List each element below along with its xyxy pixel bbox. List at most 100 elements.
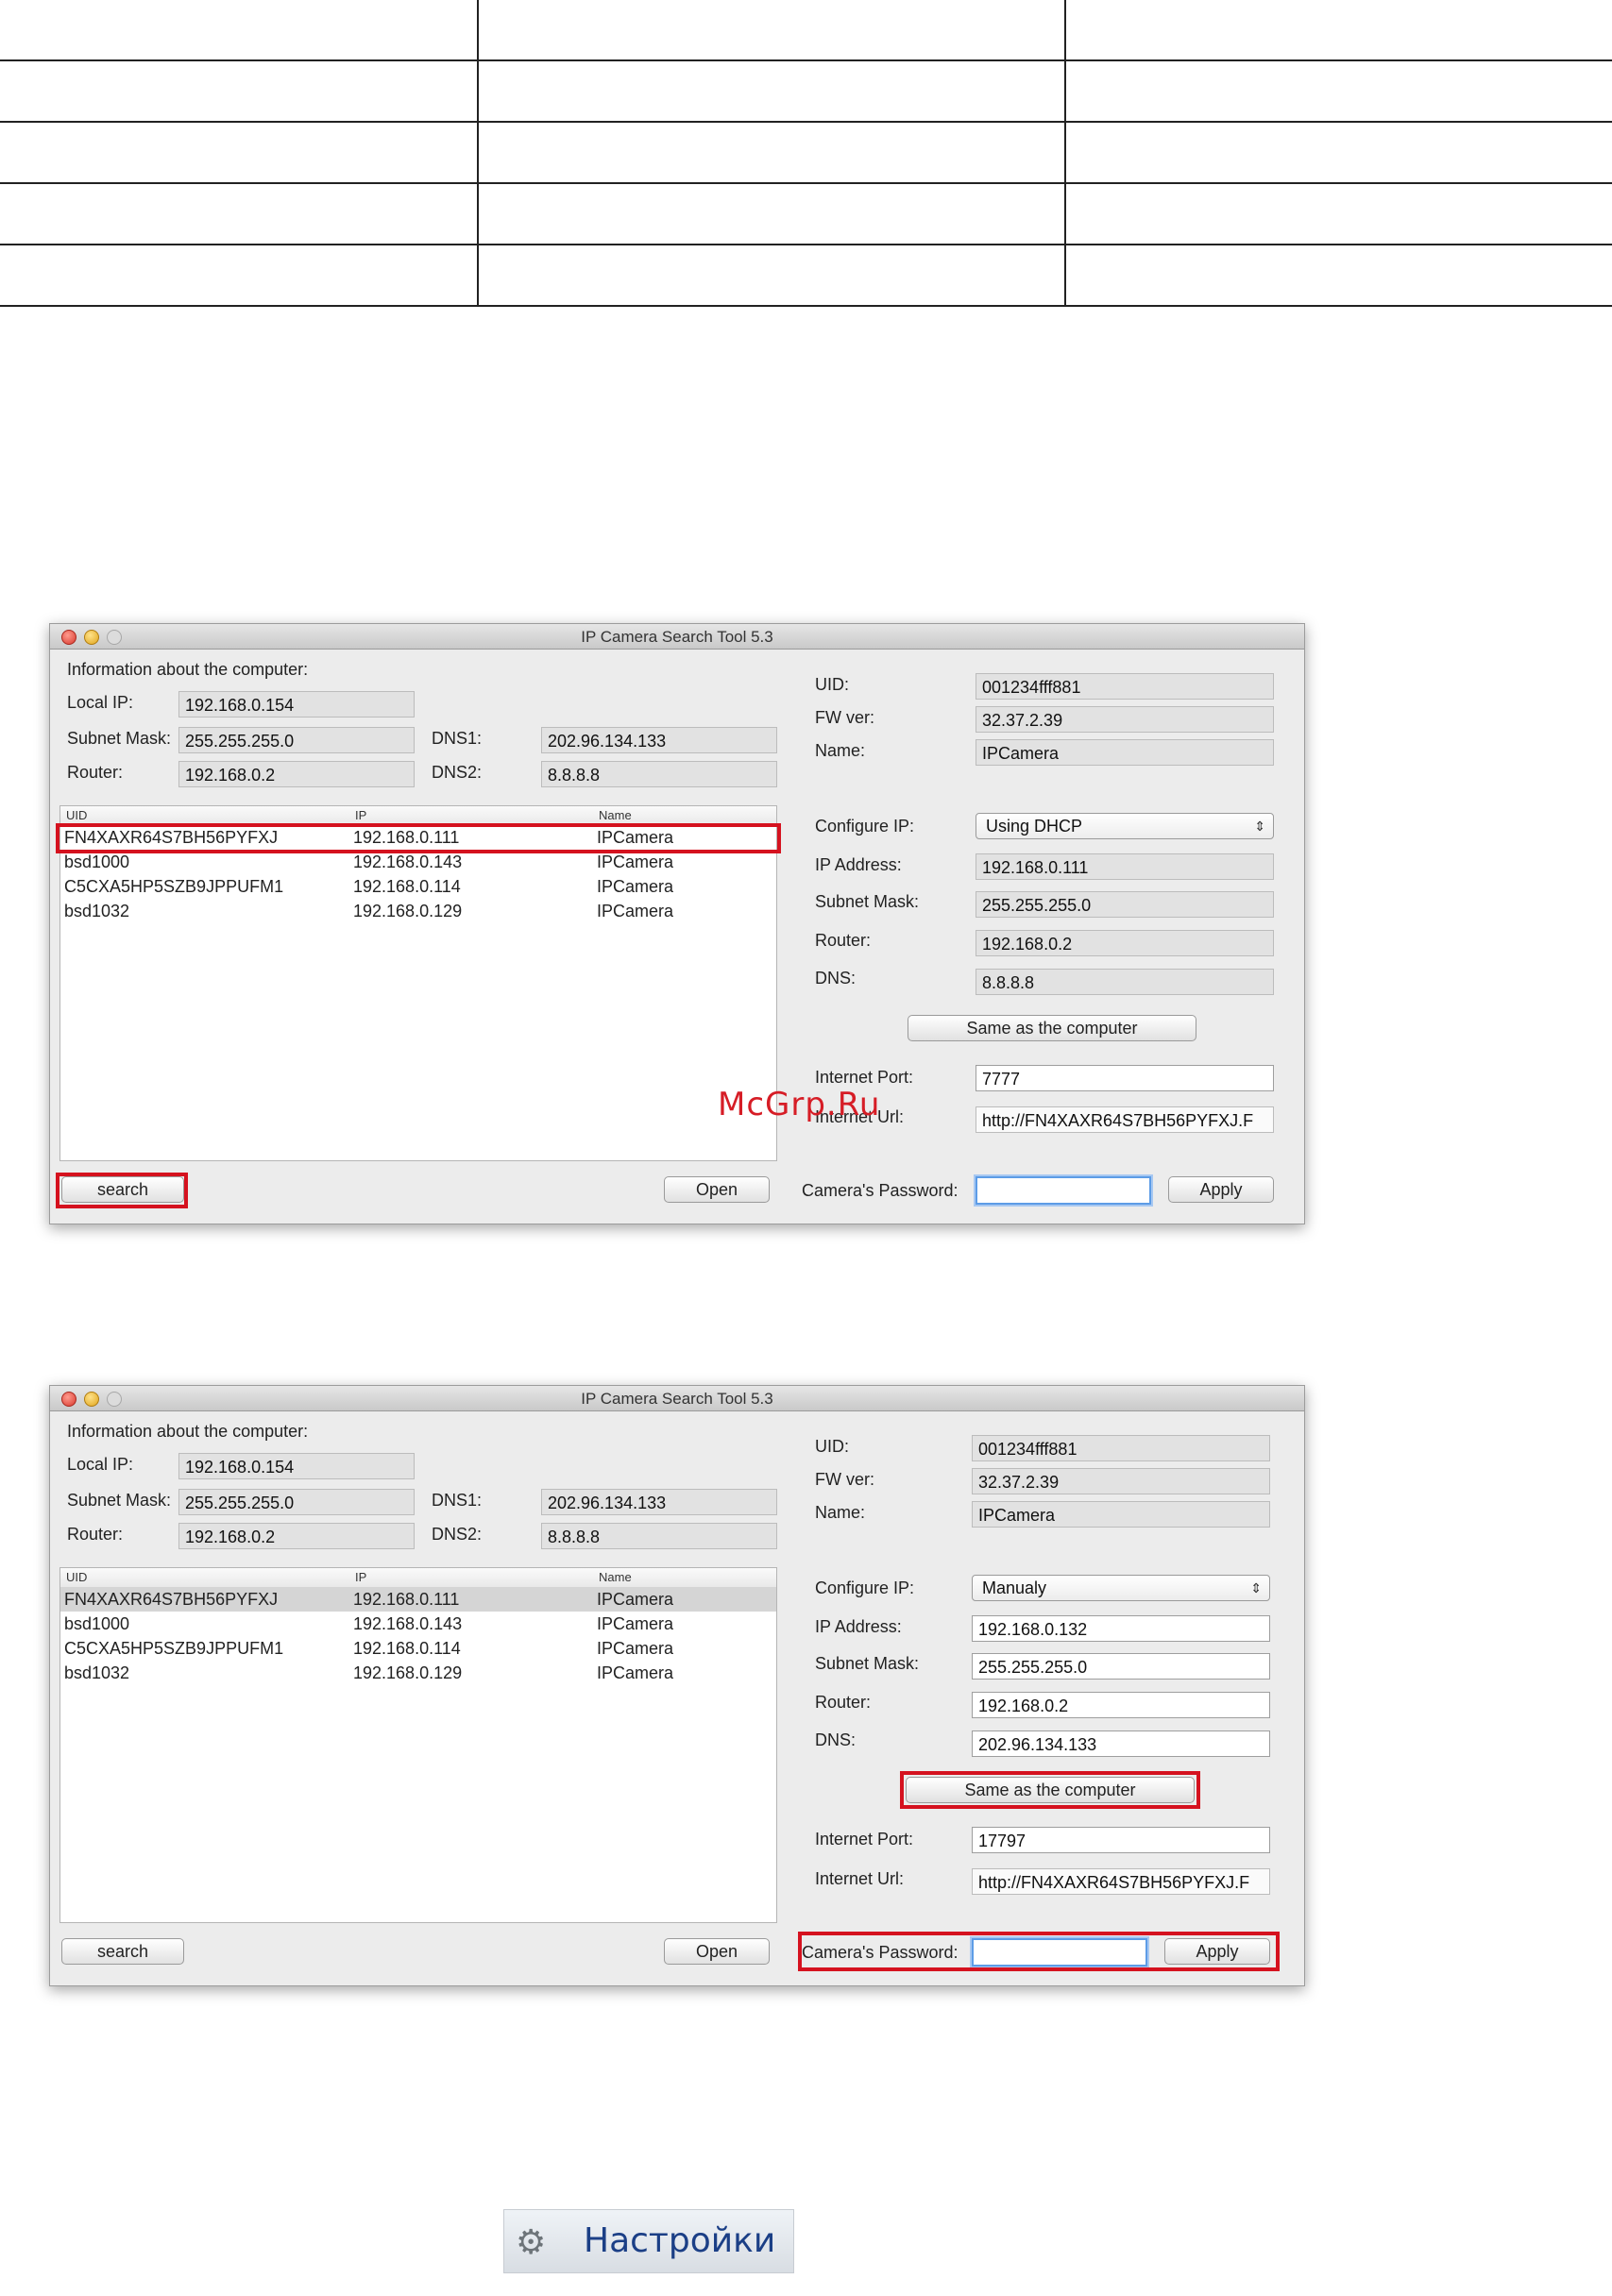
subnet-mask-right-field[interactable]: 255.255.255.0 — [972, 1653, 1270, 1680]
list-item[interactable]: bsd1032 192.168.0.129 IPCamera — [60, 899, 776, 923]
list-item[interactable]: bsd1000 192.168.0.143 IPCamera — [60, 1612, 776, 1636]
table-cell — [0, 183, 478, 245]
table-cell — [477, 0, 1065, 61]
internet-port-field[interactable]: 17797 — [972, 1827, 1270, 1853]
table-row — [0, 122, 1612, 184]
fw-ver-field: 32.37.2.39 — [972, 1468, 1270, 1494]
device-uid: bsd1032 — [64, 1663, 130, 1682]
device-ip: 192.168.0.129 — [353, 902, 463, 920]
name-field: IPCamera — [972, 1501, 1270, 1528]
table-cell — [477, 60, 1065, 123]
subnet-mask-field: 255.255.255.0 — [178, 1489, 415, 1515]
device-uid: bsd1000 — [64, 853, 130, 871]
device-uid: C5CXA5HP5SZB9JPPUFM1 — [64, 877, 284, 896]
device-uid: bsd1032 — [64, 902, 130, 920]
same-as-computer-button[interactable]: Same as the computer — [908, 1015, 1196, 1041]
title-bar: IP Camera Search Tool 5.3 — [50, 1386, 1304, 1411]
uid-field: 001234fff881 — [976, 673, 1274, 700]
search-button[interactable]: search — [61, 1176, 184, 1203]
search-button[interactable]: search — [61, 1938, 184, 1965]
column-name[interactable]: Name — [599, 1570, 632, 1584]
same-as-computer-button[interactable]: Same as the computer — [906, 1777, 1195, 1803]
table-cell — [1064, 60, 1612, 123]
camera-password-field[interactable] — [976, 1176, 1151, 1205]
dns-field: 8.8.8.8 — [976, 969, 1274, 995]
apply-button[interactable]: Apply — [1168, 1176, 1274, 1203]
open-button[interactable]: Open — [664, 1938, 770, 1965]
watermark: McGrp.Ru — [718, 1086, 881, 1123]
internet-port-field[interactable]: 7777 — [976, 1065, 1274, 1091]
dns1-field: 202.96.134.133 — [541, 1489, 777, 1515]
table-cell — [0, 60, 478, 123]
settings-button[interactable]: ⚙ Настройки — [503, 2209, 794, 2273]
fw-ver-field: 32.37.2.39 — [976, 706, 1274, 733]
configure-ip-label: Configure IP: — [815, 1578, 915, 1597]
column-uid[interactable]: UID — [66, 1570, 87, 1584]
list-item[interactable]: C5CXA5HP5SZB9JPPUFM1 192.168.0.114 IPCam… — [60, 1636, 776, 1661]
device-ip: 192.168.0.143 — [353, 853, 463, 871]
list-header: UID IP Name — [60, 1568, 776, 1588]
device-name: IPCamera — [597, 1590, 674, 1609]
configure-ip-label: Configure IP: — [815, 817, 915, 836]
device-ip: 192.168.0.129 — [353, 1663, 463, 1682]
table-cell — [1064, 183, 1612, 245]
table-row — [0, 0, 1612, 61]
table-row — [0, 245, 1612, 307]
dns-label: DNS: — [815, 969, 857, 988]
router-right-field[interactable]: 192.168.0.2 — [972, 1692, 1270, 1718]
device-name: IPCamera — [597, 1663, 674, 1682]
configure-ip-select[interactable]: Manualy ⇕ — [972, 1575, 1270, 1601]
column-ip[interactable]: IP — [355, 808, 366, 822]
list-item[interactable]: bsd1000 192.168.0.143 IPCamera — [60, 850, 776, 874]
table-cell — [0, 0, 478, 61]
device-list[interactable]: UID IP Name FN4XAXR64S7BH56PYFXJ 192.168… — [59, 1567, 777, 1923]
column-uid[interactable]: UID — [66, 808, 87, 822]
dns-field[interactable]: 202.96.134.133 — [972, 1730, 1270, 1757]
device-uid: bsd1000 — [64, 1614, 130, 1633]
table-cell — [1064, 122, 1612, 184]
list-item-selected[interactable]: FN4XAXR64S7BH56PYFXJ 192.168.0.111 IPCam… — [60, 1587, 776, 1612]
window-title: IP Camera Search Tool 5.3 — [581, 1390, 773, 1408]
camera-password-field[interactable] — [972, 1938, 1147, 1967]
configure-ip-select[interactable]: Using DHCP ⇕ — [976, 813, 1274, 839]
uid-label: UID: — [815, 1437, 849, 1456]
device-ip: 192.168.0.111 — [353, 828, 460, 847]
column-name[interactable]: Name — [599, 808, 632, 822]
gears-icon: ⚙ — [516, 2222, 547, 2261]
updown-arrows-icon: ⇕ — [1250, 1580, 1262, 1595]
ip-address-field: 192.168.0.111 — [976, 853, 1274, 880]
ip-address-field[interactable]: 192.168.0.132 — [972, 1615, 1270, 1642]
name-field: IPCamera — [976, 739, 1274, 766]
open-button[interactable]: Open — [664, 1176, 770, 1203]
table-cell — [1064, 245, 1612, 307]
device-name: IPCamera — [597, 877, 674, 896]
device-ip: 192.168.0.114 — [353, 1639, 461, 1658]
apply-button[interactable]: Apply — [1164, 1938, 1270, 1965]
configure-ip-value: Manualy — [982, 1578, 1047, 1597]
column-ip[interactable]: IP — [355, 1570, 366, 1584]
table-cell — [477, 122, 1065, 184]
local-ip-field: 192.168.0.154 — [178, 691, 415, 718]
device-name: IPCamera — [597, 1614, 674, 1633]
table-row — [0, 183, 1612, 245]
device-ip: 192.168.0.111 — [353, 1590, 460, 1609]
table-cell — [477, 183, 1065, 245]
ip-camera-search-window: IP Camera Search Tool 5.3 Information ab… — [49, 1385, 1305, 1986]
list-item[interactable]: FN4XAXR64S7BH56PYFXJ 192.168.0.111 IPCam… — [60, 825, 776, 850]
dns-label: DNS: — [815, 1730, 857, 1749]
device-list[interactable]: UID IP Name FN4XAXR64S7BH56PYFXJ 192.168… — [59, 805, 777, 1161]
ip-address-label: IP Address: — [815, 1617, 902, 1636]
uid-label: UID: — [815, 675, 849, 694]
internet-port-label: Internet Port: — [815, 1068, 914, 1087]
configure-ip-value: Using DHCP — [986, 817, 1083, 836]
device-uid: C5CXA5HP5SZB9JPPUFM1 — [64, 1639, 284, 1658]
local-ip-label: Local IP: — [67, 693, 134, 712]
device-ip: 192.168.0.114 — [353, 877, 461, 896]
camera-password-label: Camera's Password: — [802, 1181, 959, 1200]
list-item[interactable]: bsd1032 192.168.0.129 IPCamera — [60, 1661, 776, 1685]
fw-ver-label: FW ver: — [815, 708, 874, 727]
list-item[interactable]: C5CXA5HP5SZB9JPPUFM1 192.168.0.114 IPCam… — [60, 874, 776, 899]
local-ip-label: Local IP: — [67, 1455, 134, 1474]
router-label: Router: — [67, 763, 124, 782]
dns2-field: 8.8.8.8 — [541, 1523, 777, 1549]
